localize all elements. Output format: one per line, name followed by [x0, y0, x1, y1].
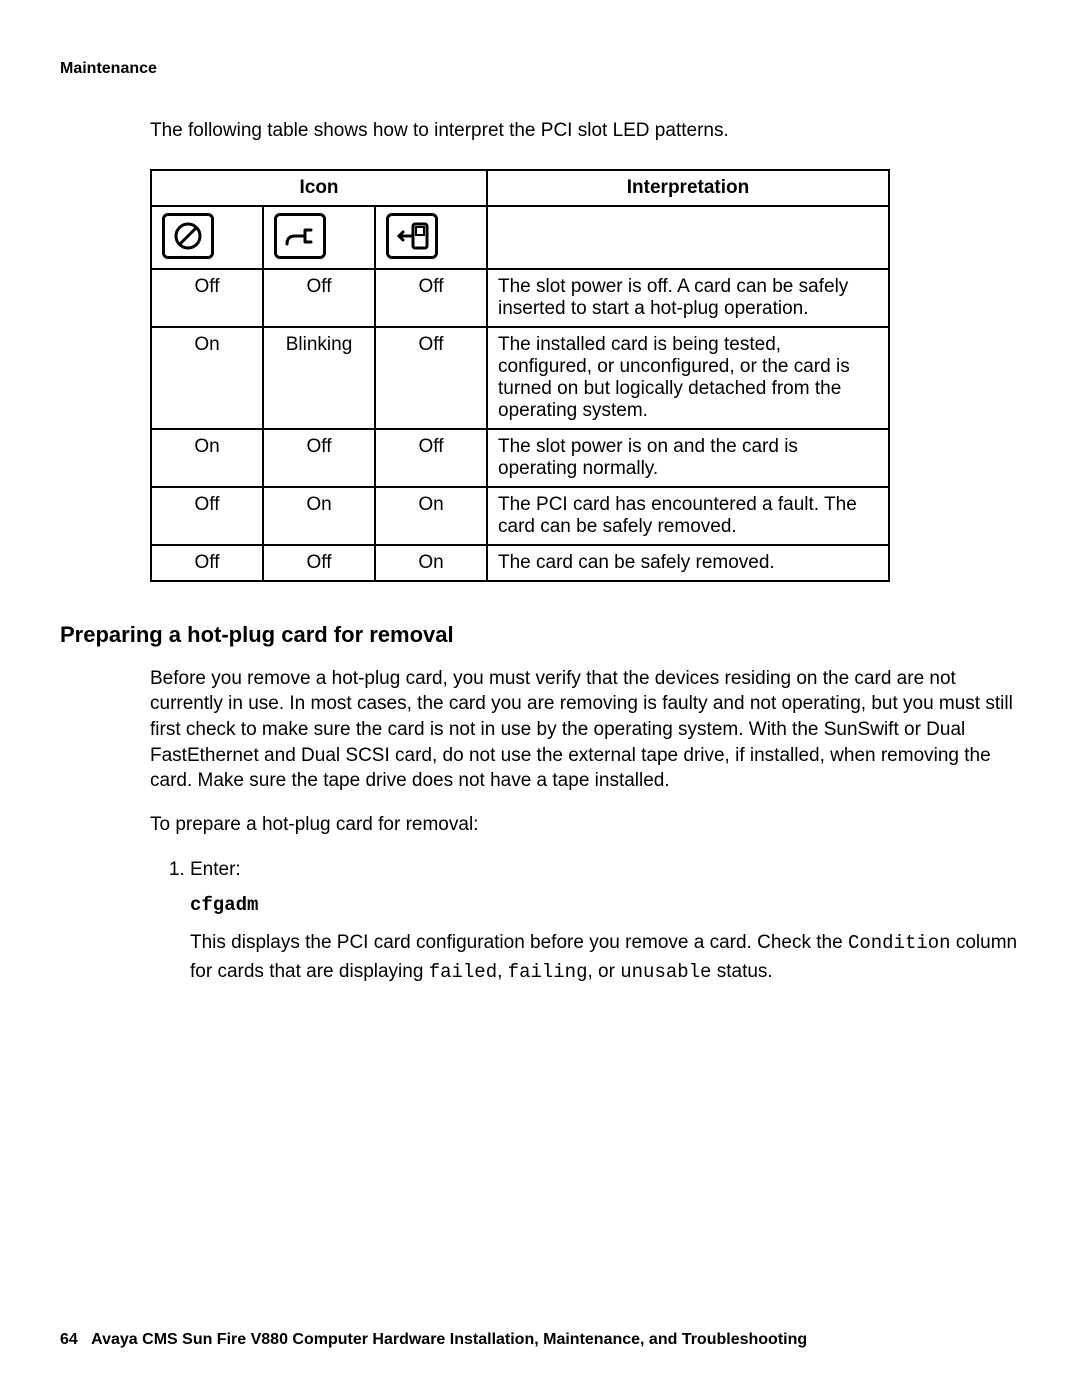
cell: On	[151, 327, 263, 429]
table-header-interpretation: Interpretation	[487, 170, 889, 206]
cell: Off	[263, 545, 375, 581]
footer-title: Avaya CMS Sun Fire V880 Computer Hardwar…	[91, 1331, 807, 1348]
section-para-2: To prepare a hot-plug card for removal:	[150, 812, 1020, 838]
code-unusable: unusable	[620, 961, 711, 983]
cell-interp: The slot power is off. A card can be saf…	[487, 269, 889, 327]
cell: Off	[263, 429, 375, 487]
cell-interp: The slot power is on and the card is ope…	[487, 429, 889, 487]
icon-row-interp-empty	[487, 206, 889, 269]
table-row: On Blinking Off The installed card is be…	[151, 327, 889, 429]
removal-ok-icon	[386, 213, 438, 259]
section-para-1: Before you remove a hot-plug card, you m…	[150, 666, 1020, 794]
step-1-text-c: status.	[711, 961, 772, 982]
table-row: On Off Off The slot power is on and the …	[151, 429, 889, 487]
step-1-command: cfgadm	[190, 891, 1020, 920]
step-1-text-a: This displays the PCI card configuration…	[190, 932, 848, 953]
cell: On	[151, 429, 263, 487]
table-row: Off Off Off The slot power is off. A car…	[151, 269, 889, 327]
plug-icon	[274, 213, 326, 259]
code-condition: Condition	[848, 932, 951, 954]
sep1: ,	[497, 961, 508, 982]
cell: Off	[375, 429, 487, 487]
table-row: Off Off On The card can be safely remove…	[151, 545, 889, 581]
cell: Off	[375, 269, 487, 327]
page-footer: 64 Avaya CMS Sun Fire V880 Computer Hard…	[60, 1331, 807, 1349]
section-heading: Preparing a hot-plug card for removal	[60, 622, 1020, 648]
running-head: Maintenance	[60, 60, 1020, 78]
code-failing: failing	[508, 961, 588, 983]
table-row: Off On On The PCI card has encountered a…	[151, 487, 889, 545]
icon-cell-3	[375, 206, 487, 269]
cell: Off	[151, 487, 263, 545]
cell-interp: The installed card is being tested, conf…	[487, 327, 889, 429]
cell: Off	[151, 269, 263, 327]
cell: Off	[151, 545, 263, 581]
code-failed: failed	[429, 961, 497, 983]
power-off-icon	[162, 213, 214, 259]
sep2: , or	[588, 961, 621, 982]
cell-interp: The PCI card has encountered a fault. Th…	[487, 487, 889, 545]
icon-cell-2	[263, 206, 375, 269]
cell: On	[375, 487, 487, 545]
icon-cell-1	[151, 206, 263, 269]
page-number: 64	[60, 1331, 78, 1348]
intro-paragraph: The following table shows how to interpr…	[150, 118, 1020, 144]
table-header-icon: Icon	[151, 170, 487, 206]
cell: Blinking	[263, 327, 375, 429]
cell: Off	[375, 327, 487, 429]
step-1: Enter: cfgadm This displays the PCI card…	[190, 856, 1020, 986]
led-patterns-table: Icon Interpretation	[150, 169, 890, 582]
cell-interp: The card can be safely removed.	[487, 545, 889, 581]
cell: Off	[263, 269, 375, 327]
cell: On	[263, 487, 375, 545]
cell: On	[375, 545, 487, 581]
step-1-label: Enter:	[190, 859, 241, 880]
steps-list: Enter: cfgadm This displays the PCI card…	[165, 856, 1020, 986]
